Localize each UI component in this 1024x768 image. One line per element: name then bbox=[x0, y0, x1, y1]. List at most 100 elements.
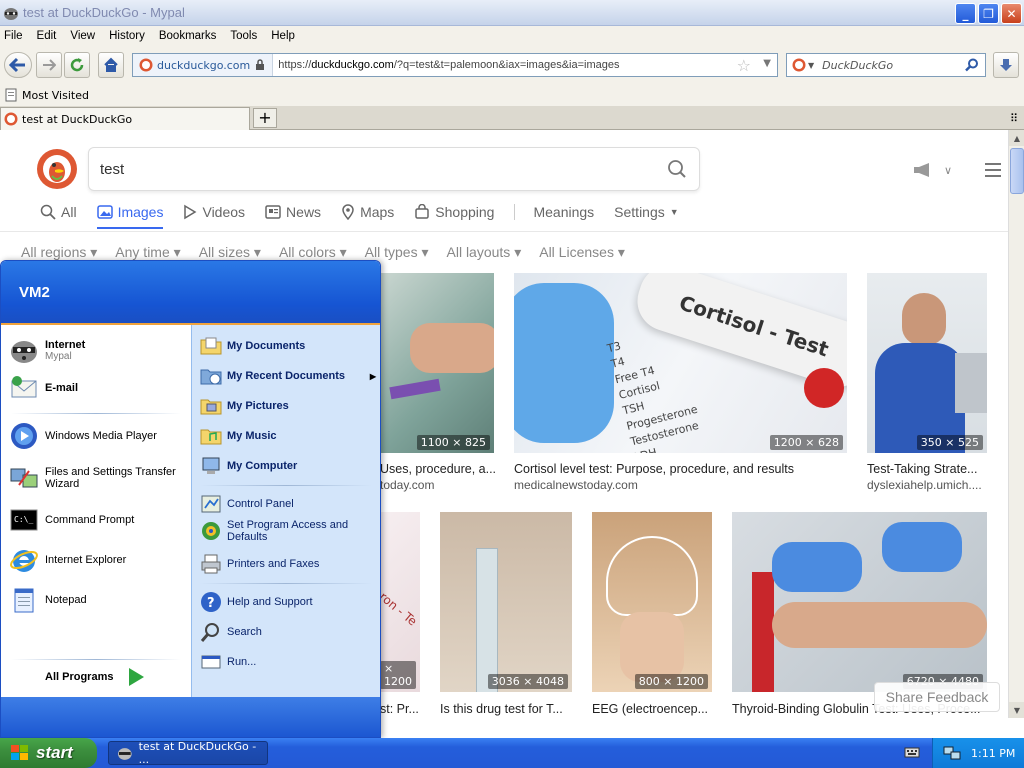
menu-tools[interactable]: Tools bbox=[230, 30, 257, 42]
filter-layouts[interactable]: All layouts ▾ bbox=[447, 244, 522, 261]
url-dropdown-icon[interactable]: ▼ bbox=[763, 58, 771, 69]
start-my-documents[interactable]: My Documents bbox=[200, 335, 305, 357]
image-caption[interactable]: Test-Taking Strate... bbox=[867, 462, 987, 476]
clock[interactable]: 1:11 PM bbox=[971, 747, 1015, 760]
scroll-down-icon[interactable]: ▼ bbox=[1009, 702, 1024, 718]
duckduckgo-logo[interactable] bbox=[37, 149, 77, 189]
image-result[interactable]: 350 × 525 bbox=[867, 273, 987, 453]
start-item-email[interactable]: E-mail bbox=[9, 373, 78, 403]
image-caption[interactable]: Cortisol level test: Purpose, procedure,… bbox=[514, 462, 847, 476]
tab-shopping[interactable]: Shopping bbox=[414, 204, 494, 220]
start-item-internet[interactable]: Internet Mypal bbox=[9, 335, 85, 365]
scroll-thumb[interactable] bbox=[1010, 148, 1024, 194]
image-caption[interactable]: EEG (electroencep... bbox=[592, 702, 712, 716]
menu-help[interactable]: Help bbox=[271, 30, 295, 42]
start-item-transfer-wizard[interactable]: Files and Settings Transfer Wizard bbox=[9, 463, 189, 493]
tab-images-label: Images bbox=[117, 204, 164, 220]
my-documents-label: My Documents bbox=[227, 340, 306, 352]
menu-history[interactable]: History bbox=[109, 30, 145, 42]
tab-list-icon[interactable]: ⠿ bbox=[1010, 112, 1018, 125]
home-icon bbox=[104, 57, 118, 72]
search-bar[interactable]: ▼ DuckDuckGo bbox=[786, 53, 986, 77]
url-text[interactable]: https://duckduckgo.com/?q=test&t=palemoo… bbox=[273, 59, 619, 71]
image-source[interactable]: medicalnewstoday.com bbox=[514, 478, 847, 492]
filter-colors[interactable]: All colors ▾ bbox=[279, 244, 347, 261]
start-my-pictures[interactable]: My Pictures bbox=[200, 395, 289, 417]
share-feedback-button[interactable]: Share Feedback bbox=[874, 682, 1000, 712]
duck-logo-icon bbox=[43, 155, 71, 183]
forward-button[interactable] bbox=[36, 52, 62, 78]
start-item-cmd[interactable]: C:\_ Command Prompt bbox=[9, 505, 134, 535]
downloads-button[interactable] bbox=[993, 52, 1019, 78]
image-result[interactable]: 6720 × 4480 bbox=[732, 512, 987, 692]
vertical-scrollbar[interactable]: ▲ ▼ bbox=[1008, 130, 1024, 718]
search-icon[interactable] bbox=[965, 58, 979, 72]
image-result[interactable]: Cortisol - Test T3 T4 Free T4 Cortisol T… bbox=[514, 273, 847, 453]
tab-ddg[interactable]: test at DuckDuckGo bbox=[0, 107, 250, 130]
image-result[interactable]: 800 × 1200 bbox=[592, 512, 712, 692]
image-result[interactable]: 1100 × 825 bbox=[380, 273, 494, 453]
tab-news[interactable]: News bbox=[265, 204, 321, 220]
maximize-button[interactable]: ❐ bbox=[978, 3, 999, 24]
settings-dropdown[interactable]: Settings ▼ bbox=[614, 204, 679, 220]
menu-file[interactable]: File bbox=[4, 30, 23, 42]
image-result[interactable]: ron - Te × 1200 bbox=[380, 512, 420, 692]
menu-bookmarks[interactable]: Bookmarks bbox=[159, 30, 217, 42]
reload-button[interactable] bbox=[64, 52, 90, 78]
tab-images[interactable]: Images bbox=[96, 204, 164, 229]
image-caption[interactable]: st: Pr... bbox=[380, 702, 420, 716]
start-printers-faxes[interactable]: Printers and Faxes bbox=[200, 553, 319, 575]
home-button[interactable] bbox=[98, 52, 124, 78]
network-icon[interactable] bbox=[943, 745, 961, 761]
ddg-engine-icon[interactable] bbox=[792, 58, 806, 72]
filter-sizes[interactable]: All sizes ▾ bbox=[199, 244, 261, 261]
start-help-support[interactable]: ? Help and Support bbox=[200, 591, 313, 613]
tab-videos[interactable]: Videos bbox=[183, 204, 245, 220]
filter-regions[interactable]: All regions ▾ bbox=[21, 244, 97, 261]
most-visited-bookmark[interactable]: Most Visited bbox=[22, 89, 89, 102]
image-caption[interactable]: Uses, procedure, a... bbox=[380, 462, 496, 476]
image-result[interactable]: 3036 × 4048 bbox=[440, 512, 572, 692]
image-caption[interactable]: Is this drug test for T... bbox=[440, 702, 572, 716]
address-bar[interactable]: duckduckgo.com https://duckduckgo.com/?q… bbox=[132, 53, 778, 77]
start-item-notepad[interactable]: Notepad bbox=[9, 585, 87, 615]
tab-meanings[interactable]: Meanings bbox=[533, 204, 594, 220]
arrow-right-icon bbox=[43, 59, 56, 71]
start-my-computer[interactable]: My Computer bbox=[200, 455, 297, 477]
checklist: T3 T4 Free T4 Cortisol TSH Progesterone … bbox=[606, 324, 708, 453]
back-button[interactable] bbox=[4, 52, 32, 78]
keyboard-icon[interactable] bbox=[904, 745, 920, 759]
start-my-music[interactable]: My Music bbox=[200, 425, 277, 447]
close-button[interactable]: ✕ bbox=[1001, 3, 1022, 24]
site-identity[interactable]: duckduckgo.com bbox=[133, 54, 274, 76]
tab-maps[interactable]: Maps bbox=[341, 204, 394, 220]
filter-licenses[interactable]: All Licenses ▾ bbox=[539, 244, 625, 261]
taskbar-item-browser[interactable]: test at DuckDuckGo - ... bbox=[108, 740, 268, 766]
scroll-up-icon[interactable]: ▲ bbox=[1009, 130, 1024, 146]
start-run[interactable]: Run... bbox=[200, 651, 256, 673]
start-button[interactable]: start bbox=[0, 738, 97, 768]
tab-all[interactable]: All bbox=[40, 204, 77, 220]
ddg-search-input[interactable]: test bbox=[88, 147, 700, 191]
minimize-button[interactable]: _ bbox=[955, 3, 976, 24]
privacy-dropdown[interactable]: ∨ bbox=[912, 162, 952, 178]
tab-maps-label: Maps bbox=[360, 204, 395, 220]
start-control-panel[interactable]: Control Panel bbox=[200, 493, 294, 515]
start-item-ie[interactable]: Internet Explorer bbox=[9, 545, 126, 575]
start-my-recent-documents[interactable]: My Recent Documents ▶ bbox=[200, 365, 376, 387]
system-tray: 1:11 PM bbox=[932, 738, 1024, 768]
new-tab-button[interactable]: + bbox=[253, 108, 277, 128]
all-programs-button[interactable]: All Programs bbox=[45, 667, 145, 687]
bookmark-star-icon[interactable]: ☆ bbox=[737, 56, 751, 75]
search-icon[interactable] bbox=[667, 159, 687, 179]
start-search[interactable]: Search bbox=[200, 621, 262, 643]
filter-types[interactable]: All types ▾ bbox=[365, 244, 429, 261]
start-item-wmp[interactable]: Windows Media Player bbox=[9, 421, 157, 451]
image-source[interactable]: dyslexiahelp.umich.... bbox=[867, 478, 987, 492]
hamburger-menu-icon[interactable] bbox=[985, 163, 1001, 177]
image-source[interactable]: today.com bbox=[380, 478, 496, 492]
start-set-program-access[interactable]: Set Program Access and Defaults bbox=[200, 519, 376, 543]
menu-edit[interactable]: Edit bbox=[37, 30, 57, 42]
menu-view[interactable]: View bbox=[70, 30, 95, 42]
filter-time[interactable]: Any time ▾ bbox=[115, 244, 180, 261]
